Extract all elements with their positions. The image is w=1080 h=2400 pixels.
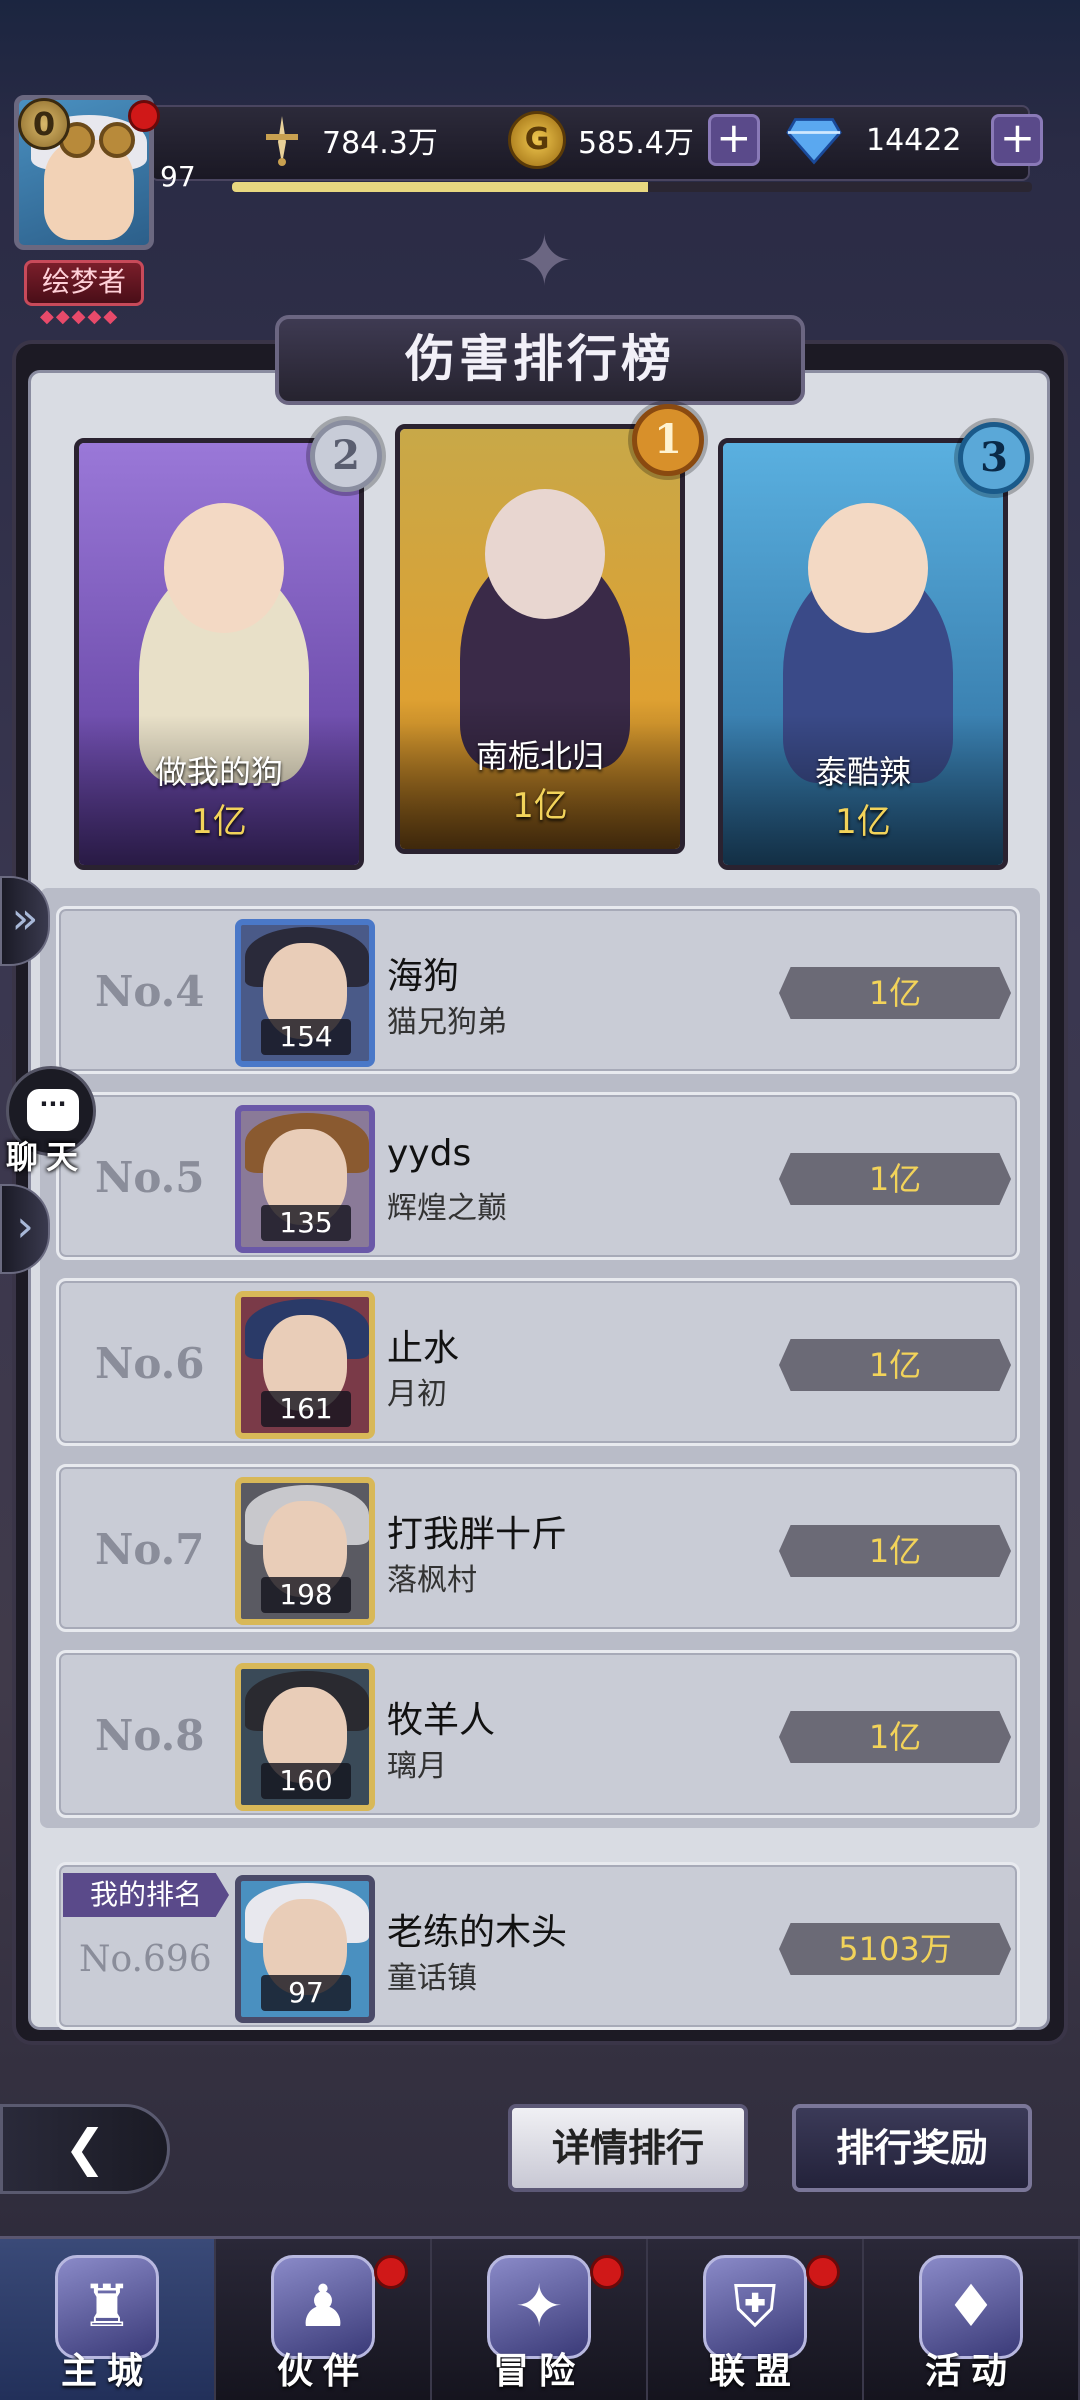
nav-adventure[interactable]: ✦ 冒险 xyxy=(432,2239,648,2400)
player-portrait: 154 xyxy=(235,919,375,1067)
player-level: 97 xyxy=(261,1975,351,2011)
player-portrait: 198 xyxy=(235,1477,375,1625)
top-card-name: 南栀北归 xyxy=(475,737,604,775)
player-level: 198 xyxy=(261,1577,351,1613)
rank-row-6[interactable]: No.6 161 止水 月初 1亿 xyxy=(56,1278,1020,1446)
gold-medal-icon: 1 xyxy=(632,404,704,476)
player-portrait: 135 xyxy=(235,1105,375,1253)
player-title-badge[interactable]: 绘梦者 xyxy=(24,260,144,306)
top-card-name: 做我的狗 xyxy=(154,753,283,791)
nav-main-city[interactable]: ♜ 主城 xyxy=(0,2239,216,2400)
notification-dot xyxy=(806,2255,840,2289)
notification-dot xyxy=(590,2255,624,2289)
player-name: 打我胖十斤 xyxy=(387,1514,568,1555)
detail-ranking-button[interactable]: 详情排行 xyxy=(508,2104,748,2192)
rank-number: No.4 xyxy=(95,967,205,1016)
my-damage-value: 5103万 xyxy=(779,1923,1011,1975)
diamond-resource: 14422 + xyxy=(786,112,1044,168)
my-player-name: 老练的木头 xyxy=(387,1912,568,1953)
damage-value: 1亿 xyxy=(779,1711,1011,1763)
player-level: 135 xyxy=(261,1205,351,1241)
back-button[interactable]: ❮ xyxy=(0,2104,170,2194)
xp-fill xyxy=(232,182,648,192)
power-value: 784.3万 xyxy=(322,126,438,161)
player-name: 海狗 xyxy=(387,956,460,997)
player-portrait: 160 xyxy=(235,1663,375,1811)
guild-name: 辉煌之巅 xyxy=(387,1191,507,1226)
player-level: 161 xyxy=(261,1391,351,1427)
notification-dot xyxy=(128,100,160,132)
xp-bar xyxy=(232,182,1032,192)
player-name: 牧羊人 xyxy=(387,1700,496,1741)
my-portrait: 97 xyxy=(235,1875,375,2023)
rank-number: No.8 xyxy=(95,1711,205,1760)
diamond-icon xyxy=(786,112,842,168)
nav-alliance[interactable]: ⛨ 联盟 xyxy=(648,2239,864,2400)
player-level: 97 xyxy=(160,160,196,193)
top-card-rank-3[interactable]: 泰酷辣 1亿 xyxy=(718,438,1008,870)
nav-events[interactable]: ♦ 活动 xyxy=(864,2239,1080,2400)
my-rank-number: No.696 xyxy=(79,1939,212,1980)
gold-resource: G 585.4万 + xyxy=(508,111,760,169)
crest-ornament: ✦ xyxy=(515,220,574,302)
title-stars: ◆◆◆◆◆ xyxy=(40,306,120,327)
page-title: 伤害排行榜 xyxy=(275,315,805,405)
bottom-nav: ♜ 主城 ♟ 伙伴 ✦ 冒险 ⛨ 联盟 ♦ 活动 xyxy=(0,2236,1080,2400)
top-card-value: 1亿 xyxy=(191,802,247,842)
back-arrow-icon: ❮ xyxy=(64,2119,106,2177)
ranking-reward-button[interactable]: 排行奖励 xyxy=(792,2104,1032,2192)
rank-row-8[interactable]: No.8 160 牧羊人 璃月 1亿 xyxy=(56,1650,1020,1818)
nav-label: 主城 xyxy=(60,2351,153,2392)
power-resource: 784.3万 xyxy=(254,112,438,168)
my-rank-tag: 我的排名 xyxy=(63,1873,229,1917)
damage-value: 1亿 xyxy=(779,1339,1011,1391)
rank-row-4[interactable]: No.4 154 海狗 猫兄狗弟 1亿 xyxy=(56,906,1020,1074)
coin-icon: G xyxy=(508,111,566,169)
nav-label: 活动 xyxy=(924,2351,1017,2392)
sword-icon xyxy=(254,112,310,168)
top-card-rank-2[interactable]: 做我的狗 1亿 xyxy=(74,438,364,870)
nav-partners[interactable]: ♟ 伙伴 xyxy=(216,2239,432,2400)
bronze-medal-icon: 3 xyxy=(958,422,1030,494)
silver-medal-icon: 2 xyxy=(310,420,382,492)
top-card-name: 泰酷辣 xyxy=(814,753,911,791)
damage-value: 1亿 xyxy=(779,1153,1011,1205)
nav-label: 联盟 xyxy=(708,2351,801,2392)
nav-label: 冒险 xyxy=(492,2351,585,2392)
rank-row-5[interactable]: No.5 135 yyds 辉煌之巅 1亿 xyxy=(56,1092,1020,1260)
top-card-rank-1[interactable]: 南栀北归 1亿 xyxy=(395,424,685,854)
player-name: 止水 xyxy=(387,1328,460,1369)
player-level: 160 xyxy=(261,1763,351,1799)
rank-row-7[interactable]: No.7 198 打我胖十斤 落枫村 1亿 xyxy=(56,1464,1020,1632)
rank-number: No.6 xyxy=(95,1339,205,1388)
notification-dot xyxy=(374,2255,408,2289)
add-gold-button[interactable]: + xyxy=(707,114,760,166)
diamond-value: 14422 xyxy=(866,122,962,158)
guild-name: 月初 xyxy=(387,1377,447,1412)
player-level: 154 xyxy=(261,1019,351,1055)
nav-label: 伙伴 xyxy=(276,2351,369,2392)
my-rank-row[interactable]: 我的排名 No.696 97 老练的木头 童话镇 5103万 xyxy=(56,1862,1020,2030)
guild-name: 猫兄狗弟 xyxy=(387,1005,507,1040)
rank-number: No.5 xyxy=(95,1153,205,1202)
damage-value: 1亿 xyxy=(779,1525,1011,1577)
my-guild-name: 童话镇 xyxy=(387,1961,477,1996)
gold-value: 585.4万 xyxy=(578,126,694,161)
player-name: yyds xyxy=(387,1133,472,1174)
vip-badge: 0 xyxy=(18,98,70,150)
chat-label: 聊天 xyxy=(6,1138,87,1176)
add-diamond-button[interactable]: + xyxy=(991,114,1044,166)
guild-name: 璃月 xyxy=(387,1749,447,1784)
top-card-value: 1亿 xyxy=(512,786,568,826)
guild-name: 落枫村 xyxy=(387,1563,477,1598)
player-portrait: 161 xyxy=(235,1291,375,1439)
rank-number: No.7 xyxy=(95,1525,205,1574)
damage-value: 1亿 xyxy=(779,967,1011,1019)
chat-bubble-icon: ··· xyxy=(27,1089,79,1131)
top-card-value: 1亿 xyxy=(835,802,891,842)
